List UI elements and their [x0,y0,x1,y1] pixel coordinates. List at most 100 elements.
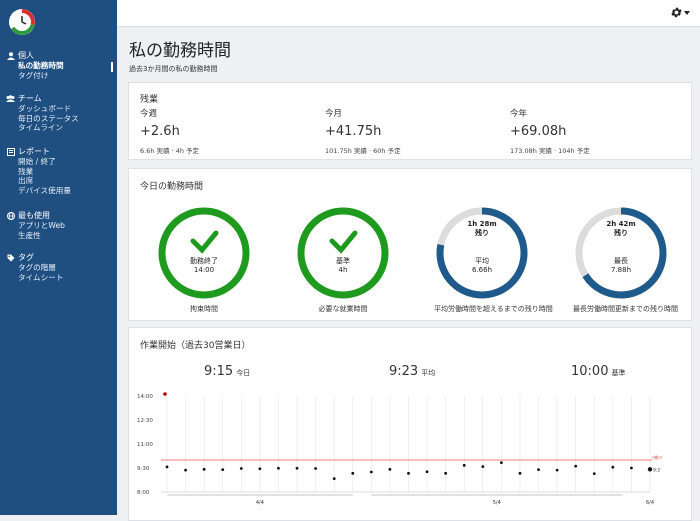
sidebar-section-header[interactable]: タグ [6,252,63,263]
sidebar-section-header[interactable]: 最も使用 [6,210,65,221]
x-group-label: 4/4 [256,500,264,506]
sidebar-item[interactable]: 残業 [6,167,71,177]
data-point [221,468,225,471]
gauge-remaining-time: 2h 42m [606,220,636,228]
gauge-label: 最長 [614,257,628,265]
gauge-label: 基準 [336,257,350,265]
gear-icon [671,7,682,18]
data-point [425,470,429,474]
gauge-ring [297,207,389,299]
data-point [611,465,615,469]
gauge-caption: 必要な就業時間 [318,305,368,313]
page-title: 私の勤務時間 [129,41,231,61]
stat-baseline-value: 10:00 [571,364,609,379]
sidebar-item[interactable]: 生産性 [6,231,65,241]
y-tick-label: 8:00 [137,490,150,496]
checkmark-icon [329,230,358,254]
sidebar-section-3: 最も使用 アプリとWeb 生産性 [6,210,65,240]
gauge-caption: 平均労働時間を超えるまでの残り時間 [434,305,553,313]
data-point [630,466,633,470]
overtime-month-detail: 101.75h 実績 · 60h 予定 [325,147,401,155]
gauge-progress [158,207,250,299]
data-point [332,477,336,481]
stat-baseline-label: 基準 [611,369,626,377]
sidebar-section-1: チーム ダッシュボード 毎日のステータス タイムライン [6,93,79,133]
checkmark-icon [190,230,219,254]
gauge-1: 基準 4h 必要な就業時間 [295,205,391,314]
gauge-remaining-label: 残り [475,229,489,237]
overtime-month-label: 今月 [325,109,343,119]
sidebar-item[interactable]: 毎日のステータス [6,114,79,124]
globe-icon [6,211,15,220]
sidebar-section-label: チーム [18,94,42,103]
outlier-point [163,392,167,396]
topbar [117,0,700,27]
sidebar: 個人 私の勤務時間 タグ付け チーム ダッシュボード 毎日のステータス タイムライン レポート… [0,0,117,515]
y-tick-label: 14:00 [137,394,153,400]
gauge-value: 7.88h [610,266,632,274]
gauge-3: 2h 42m 残り 最長 7.88h 最長労働時間更新までの残り時間 [573,205,678,314]
overtime-year-detail: 173.08h 実績 · 104h 予定 [510,147,590,155]
overtime-card: 残業 今週 +2.6h 6.6h 実績 · 4h 予定 今月 +41.75h 1… [128,82,692,160]
overtime-year-label: 今年 [510,109,528,119]
sidebar-item[interactable]: 私の勤務時間 [6,61,64,71]
y-tick-label: 12:30 [137,418,153,424]
overtime-year: 今年 +69.08h 173.08h 実績 · 104h 予定 [510,107,590,155]
overtime-year-value: +69.08h [510,124,567,139]
gauge-label: 平均 [475,257,489,265]
data-point [202,467,206,471]
sidebar-item[interactable]: ダッシュボード [6,104,79,114]
gauge-ring [158,207,250,299]
sidebar-item[interactable]: 出席 [6,176,71,186]
sidebar-item[interactable]: タグの階層 [6,263,63,273]
data-point [407,471,410,475]
data-point [555,468,559,472]
sidebar-section-header[interactable]: レポート [6,146,71,157]
sidebar-section-header[interactable]: チーム [6,93,79,104]
data-point [499,461,503,465]
y-tick-label: 11:00 [137,442,153,448]
work-start-title: 作業開始（過去30営業日） [140,341,251,351]
data-point [277,466,280,470]
stat-average: 9:23 平均 [389,364,435,379]
data-point [351,471,355,475]
sidebar-item[interactable]: アプリとWeb [6,221,65,231]
gauge-remaining-time: 1h 28m [467,220,497,228]
today-title: 今日の勤務時間 [140,182,204,192]
gauge-caption: 最長労働時間更新までの残り時間 [573,305,678,313]
sidebar-section-header[interactable]: 個人 [6,50,64,61]
data-point [295,466,299,470]
y-tick-label: 9:30 [137,466,150,472]
report-icon [6,147,15,156]
overtime-title: 残業 [140,95,159,105]
stat-today-value: 9:15 [204,364,234,379]
stat-today: 9:15 今日 [204,364,250,379]
today-card: 今日の勤務時間 勤務終了 14:00 拘束時間 基準 4h 必要な就業時間 1h 28m 残り… [128,168,692,321]
overtime-month: 今月 +41.75h 101.75h 実績 · 60h 予定 [325,107,401,155]
stat-baseline: 10:00 基準 [571,364,625,379]
overtime-month-value: +41.75h [325,124,382,139]
gauge-0: 勤務終了 14:00 拘束時間 [156,205,252,314]
stat-today-label: 今日 [236,369,251,377]
sidebar-item[interactable]: タイムシート [6,273,63,283]
sidebar-section-2: レポート 開始 / 終了 残業 出席 デバイス使用量 [6,146,71,195]
sidebar-item[interactable]: 開始 / 終了 [6,157,71,167]
data-point [165,465,169,469]
stat-average-value: 9:23 [389,364,419,379]
data-point [314,467,318,470]
x-group-label: 6/4 [646,500,654,506]
sidebar-item[interactable]: タグ付け [6,71,64,81]
data-point [369,470,373,474]
overtime-week-value: +2.6h [140,124,180,139]
gauge-2: 1h 28m 残り 平均 6.66h 平均労働時間を超えるまでの残り時間 [434,205,553,314]
settings-menu[interactable] [670,6,690,19]
app-logo[interactable] [8,8,36,36]
sidebar-item[interactable]: デバイス使用量 [6,186,71,196]
stat-average-label: 平均 [421,369,436,377]
gauge-caption: 拘束時間 [190,305,218,313]
data-point [574,464,578,468]
sidebar-item[interactable]: タイムライン [6,123,79,133]
data-point [184,468,187,472]
sidebar-section-label: 最も使用 [18,211,50,220]
overtime-week-label: 今週 [140,109,158,119]
